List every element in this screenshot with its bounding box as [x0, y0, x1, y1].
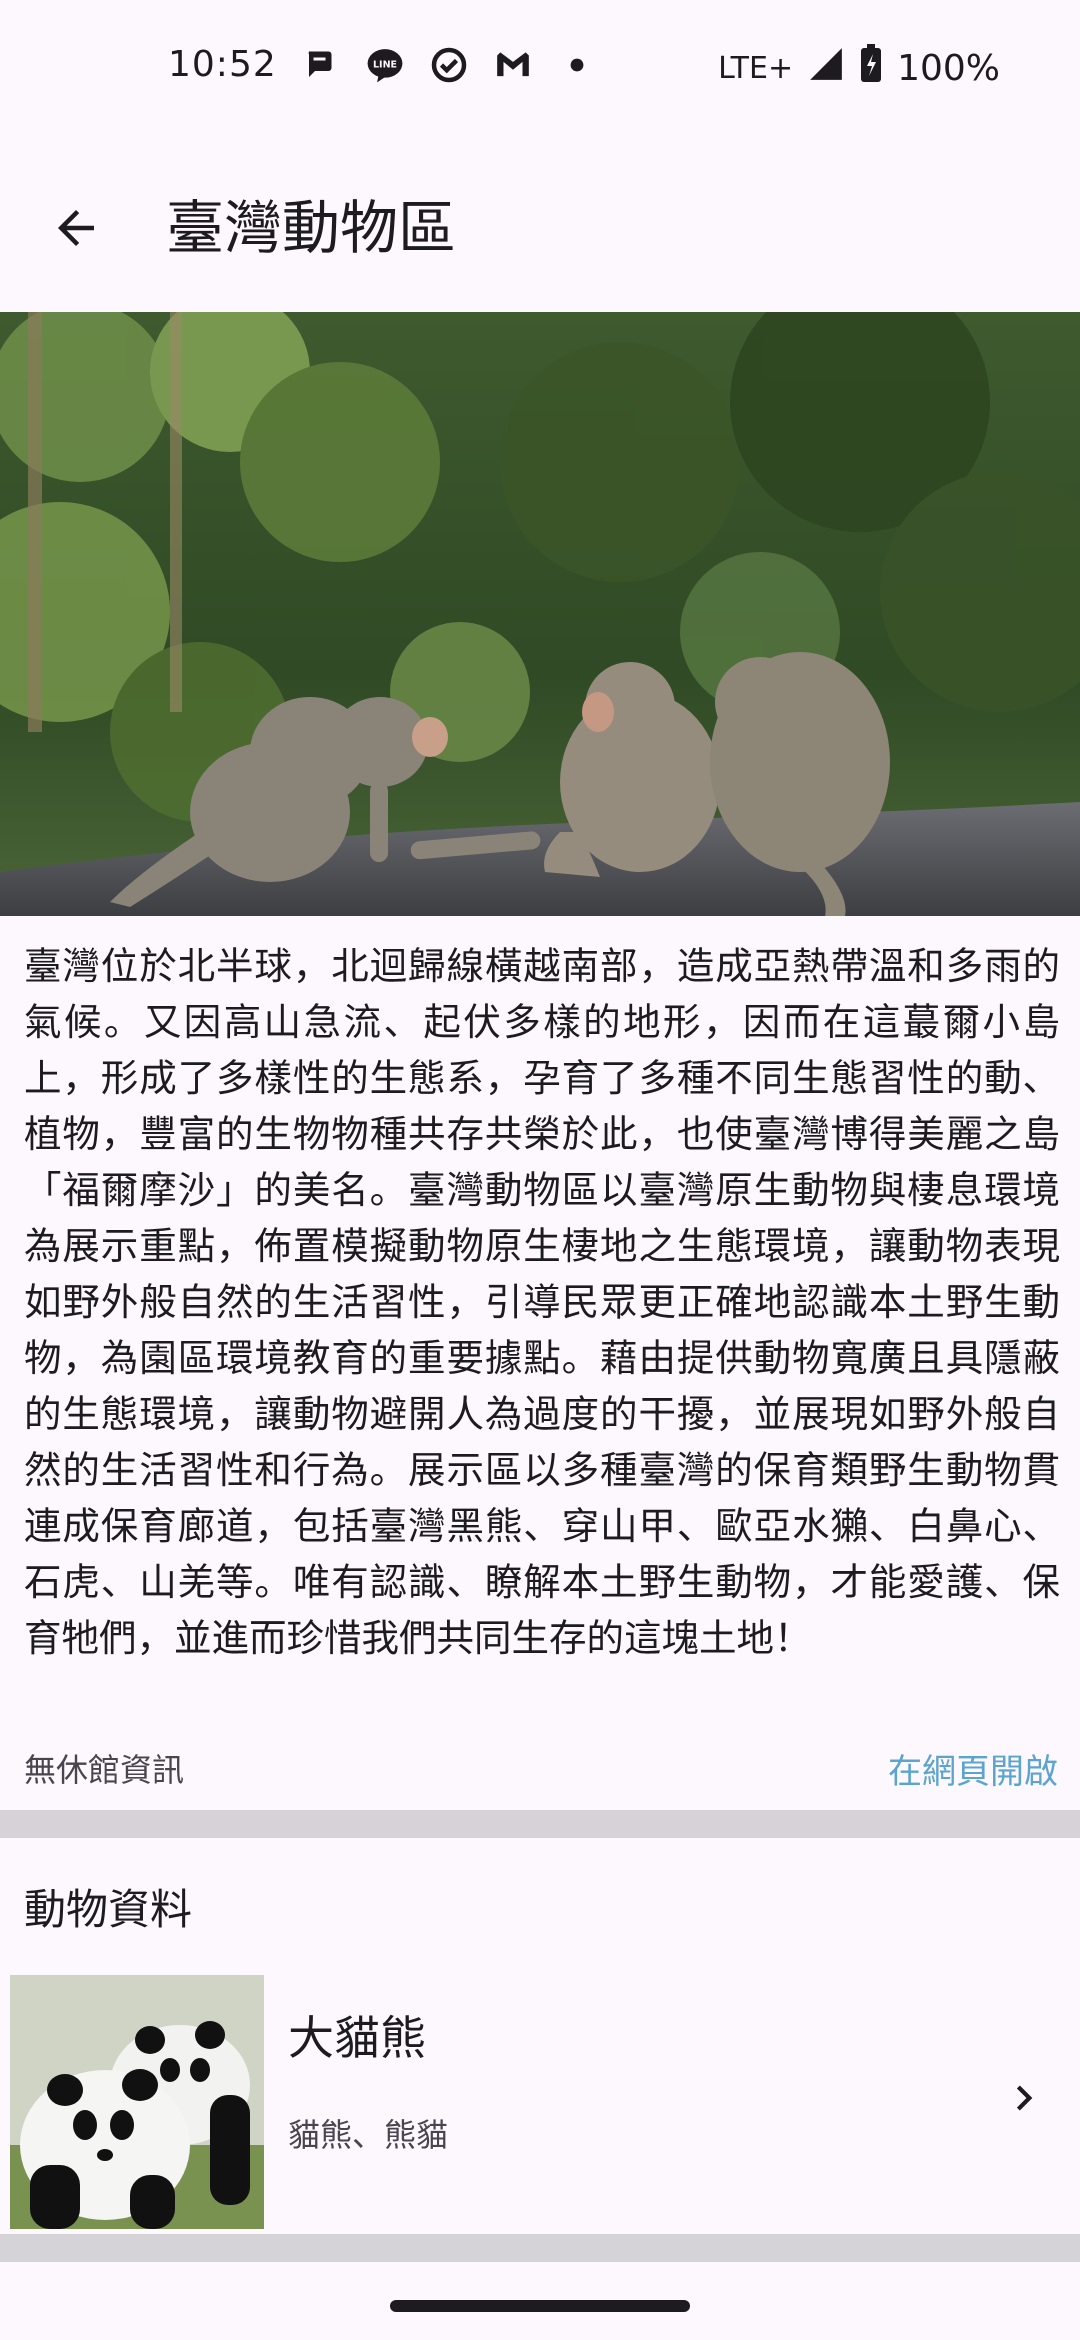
info-row: 無休館資訊 在網頁開啟 [24, 1740, 1058, 1796]
home-indicator[interactable] [390, 2300, 690, 2312]
status-right: LTE+ 100% [718, 44, 1000, 93]
check-circle-icon [429, 45, 469, 85]
chevron-right-icon [992, 2066, 1056, 2130]
svg-text:LINE: LINE [373, 59, 397, 70]
section-divider-bottom [0, 2234, 1080, 2262]
hero-image [0, 312, 1080, 916]
open-in-web-link[interactable]: 在網頁開啟 [888, 1744, 1058, 1793]
chat-icon [301, 45, 341, 85]
animal-name: 大貓熊 [288, 2011, 426, 2065]
closing-info: 無休館資訊 [24, 1751, 185, 1789]
animal-alias: 貓熊、熊貓 [288, 2116, 449, 2154]
section-divider [0, 1810, 1080, 1838]
status-time: 10:52 [168, 44, 277, 85]
animals-section-title: 動物資料 [24, 1885, 193, 1934]
area-description: 臺灣位於北半球，北迴歸線橫越南部，造成亞熱帶溫和多雨的氣候。又因高山急流、起伏多… [24, 944, 1060, 1660]
gmail-icon [493, 45, 533, 85]
page-title: 臺灣動物區 [166, 194, 457, 262]
status-bar: 10:52 LINE LTE+ 100% [0, 0, 1080, 140]
animal-thumbnail [10, 1975, 264, 2229]
back-button[interactable] [36, 188, 116, 268]
app-bar: 臺灣動物區 [0, 160, 1080, 290]
network-type: LTE+ [718, 51, 794, 86]
line-icon: LINE [365, 45, 405, 85]
battery-icon [859, 44, 883, 93]
animal-list-item[interactable]: 大貓熊 貓熊、熊貓 [0, 1970, 1080, 2230]
battery-percent: 100% [897, 48, 1000, 89]
arrow-back-icon [58, 210, 94, 246]
signal-icon [807, 45, 845, 92]
dot-icon [557, 45, 597, 85]
status-left: 10:52 LINE [168, 44, 597, 85]
